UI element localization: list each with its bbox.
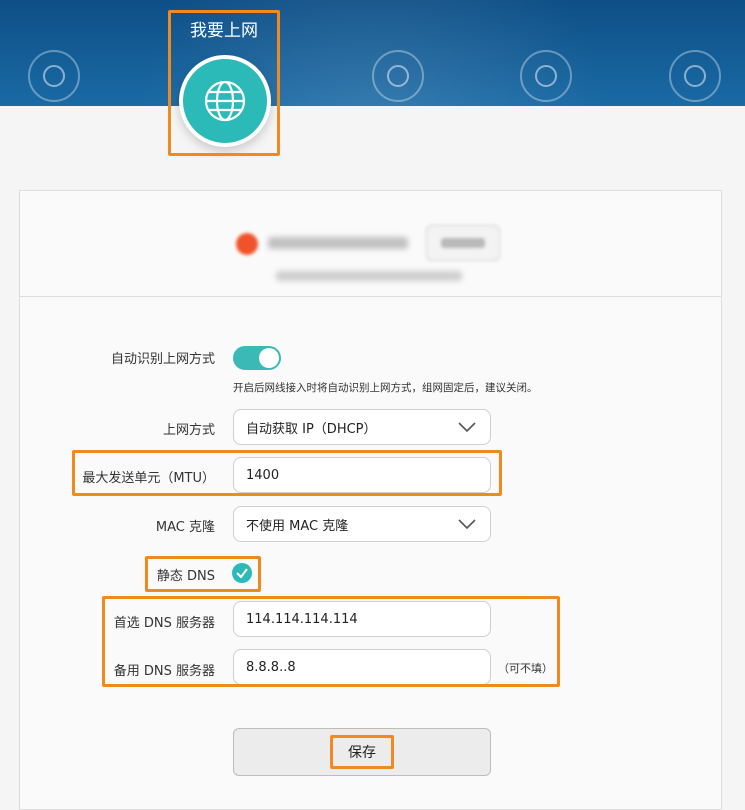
nav-item-label-blurred xyxy=(496,32,596,43)
nav-item-devices[interactable] xyxy=(496,0,596,106)
panel-divider xyxy=(20,296,721,297)
top-nav-bar xyxy=(0,0,745,106)
mac-clone-select[interactable]: 不使用 MAC 克隆 xyxy=(233,506,491,542)
devices-icon xyxy=(520,50,572,102)
nav-item-home[interactable] xyxy=(4,0,104,106)
connection-type-label: 上网方式 xyxy=(162,423,215,438)
nav-item-label-blurred xyxy=(645,32,745,43)
connection-type-value: 自动获取 IP（DHCP） xyxy=(246,421,377,437)
nav-item-label-blurred xyxy=(348,32,448,43)
auto-detect-toggle[interactable] xyxy=(233,346,281,370)
primary-dns-input[interactable]: 114.114.114.114 xyxy=(233,601,491,637)
toggle-knob xyxy=(259,348,279,368)
auto-detect-hint: 开启后网线接入时将自动识别上网方式，组网固定后，建议关闭。 xyxy=(233,382,538,394)
mtu-label: 最大发送单元（MTU） xyxy=(82,471,215,486)
status-indicator-icon xyxy=(236,233,258,255)
secondary-dns-optional-note: （可不填） xyxy=(498,662,553,675)
home-icon xyxy=(28,50,80,102)
mtu-value: 1400 xyxy=(246,467,280,483)
primary-dns-value: 114.114.114.114 xyxy=(246,611,358,627)
globe-icon xyxy=(204,80,246,122)
static-dns-checkbox[interactable] xyxy=(232,563,252,583)
nav-item-wifi[interactable] xyxy=(348,0,448,106)
chevron-down-icon xyxy=(458,422,476,433)
more-icon xyxy=(669,50,721,102)
nav-item-more[interactable] xyxy=(645,0,745,106)
save-button[interactable]: 保存 xyxy=(233,728,491,776)
nav-item-internet[interactable] xyxy=(179,55,271,147)
status-subtext-blurred xyxy=(276,271,462,281)
nav-item-internet-label: 我要上网 xyxy=(190,21,258,41)
status-text-blurred xyxy=(268,237,408,249)
status-action-button[interactable] xyxy=(426,225,500,261)
primary-dns-label: 首选 DNS 服务器 xyxy=(113,616,215,631)
save-button-label: 保存 xyxy=(348,745,376,761)
auto-detect-label: 自动识别上网方式 xyxy=(110,352,215,367)
wifi-icon xyxy=(372,50,424,102)
settings-panel xyxy=(19,190,722,810)
nav-item-label-blurred xyxy=(4,32,104,43)
secondary-dns-value: 8.8.8..8 xyxy=(246,659,296,675)
mac-clone-value: 不使用 MAC 克隆 xyxy=(246,518,349,534)
static-dns-label: 静态 DNS xyxy=(156,569,215,584)
connection-type-select[interactable]: 自动获取 IP（DHCP） xyxy=(233,409,491,445)
chevron-down-icon xyxy=(458,519,476,530)
secondary-dns-input[interactable]: 8.8.8..8 xyxy=(233,649,491,685)
mac-clone-label: MAC 克隆 xyxy=(155,520,215,535)
secondary-dns-label: 备用 DNS 服务器 xyxy=(113,664,215,679)
mtu-input[interactable]: 1400 xyxy=(233,457,491,493)
check-icon xyxy=(236,568,248,579)
